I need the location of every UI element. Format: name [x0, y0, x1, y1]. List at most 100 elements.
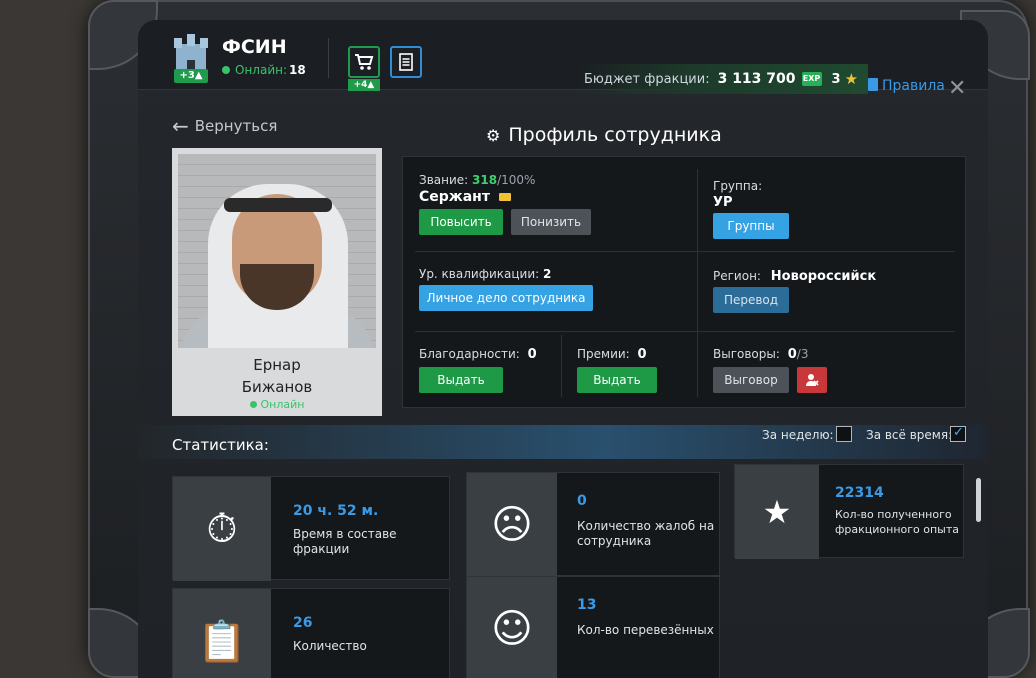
page-title-text: Профиль сотрудника	[508, 124, 722, 146]
remove-reprimand-button[interactable]	[797, 367, 827, 393]
stat-value: 0	[577, 493, 587, 509]
gear-icon: ⚙	[486, 126, 501, 145]
thanks-row: Благодарности: 0	[419, 347, 537, 362]
bonus-row: Премии: 0	[577, 347, 647, 362]
shop-button[interactable]	[348, 46, 380, 78]
transfer-button[interactable]: Перевод	[713, 287, 789, 313]
online-dot-icon	[222, 66, 230, 74]
online-indicator: Онлайн: 18	[222, 63, 306, 77]
reprimand-row: Выговоры: 0/3	[713, 347, 808, 362]
reprimand-max: /3	[796, 347, 809, 361]
stat-description: Кол-во перевезённых	[577, 623, 714, 637]
qualification-value: 2	[543, 267, 552, 281]
thanks-label: Благодарности:	[419, 347, 520, 361]
cart-icon	[355, 54, 374, 70]
stat-card: ☹ 0 Количество жалоб на сотрудника	[466, 472, 720, 577]
profile-info-panel: Звание: 318/100% Сержант Повысить Понизи…	[402, 156, 966, 408]
qualification-label: Ур. квалификации:	[419, 267, 540, 281]
reprimand-label: Выговоры:	[713, 347, 780, 361]
region-label: Регион:	[713, 269, 761, 283]
budget-label: Бюджет фракции:	[584, 71, 710, 87]
week-filter-label: За неделю:	[762, 428, 834, 442]
rules-icon	[868, 78, 878, 91]
bonus-label: Премии:	[577, 347, 630, 361]
page-title: ⚙ Профиль сотрудника	[486, 124, 722, 146]
status-dot-icon	[249, 401, 257, 408]
rank-max: /100%	[497, 173, 536, 187]
faction-budget: Бюджет фракции: 3 113 700 EXP 3 ★	[574, 64, 869, 94]
rank-points: 318	[472, 173, 498, 187]
faction-level-badge: +3▲	[174, 69, 208, 83]
groups-button[interactable]: Группы	[713, 213, 789, 239]
close-button[interactable]: ✕	[948, 76, 966, 101]
rank-name-row: Сержант	[419, 189, 511, 205]
tablet-screen: +3▲ ФСИН Онлайн: 18 +4▲ Бюджет фракции: 3…	[138, 20, 988, 678]
personal-file-button[interactable]: Личное дело сотрудника	[419, 285, 593, 311]
region-row: Регион: Новороссийск	[713, 269, 876, 284]
stat-card: ⏱ 20 ч. 52 м. Время в составе фракции	[172, 476, 450, 581]
stat-card: 📋 26 Количество	[172, 588, 450, 678]
user-remove-icon	[806, 374, 819, 386]
give-thanks-button[interactable]: Выдать	[419, 367, 503, 393]
scrollbar-thumb[interactable]	[976, 478, 981, 522]
stat-card: ☺ 13 Кол-во перевезённых	[466, 576, 720, 678]
rank-label: Звание:	[419, 173, 469, 187]
week-filter-checkbox[interactable]	[836, 426, 852, 442]
complaint-icon: ☹	[467, 473, 557, 577]
group-value: УР	[713, 195, 733, 210]
divider	[415, 331, 955, 332]
divider	[697, 169, 698, 397]
shop-badge: +4▲	[348, 79, 380, 91]
promote-button[interactable]: Повысить	[419, 209, 503, 235]
stat-description: Время в составе фракции	[293, 527, 397, 556]
back-label: Вернуться	[194, 117, 278, 135]
stat-value: 13	[577, 597, 597, 613]
stopwatch-icon: ⏱	[173, 477, 271, 581]
back-button[interactable]: ← Вернуться	[172, 114, 277, 138]
thanks-value: 0	[527, 347, 537, 362]
divider	[561, 335, 562, 397]
employee-portrait-card: Ернар Бижанов Онлайн	[172, 148, 382, 416]
rank-insignia-icon	[498, 193, 511, 201]
arrow-left-icon: ←	[172, 114, 189, 138]
rules-label: Правила	[882, 78, 945, 94]
demote-button[interactable]: Понизить	[511, 209, 591, 235]
employee-photo	[178, 154, 376, 348]
region-value: Новороссийск	[770, 269, 877, 284]
reprimand-button[interactable]: Выговор	[713, 367, 789, 393]
stat-value: 20 ч. 52 м.	[293, 503, 379, 519]
star-icon: ★	[844, 70, 859, 88]
documents-button[interactable]	[390, 46, 422, 78]
employee-status-text: Онлайн	[260, 398, 305, 411]
give-bonus-button[interactable]: Выдать	[577, 367, 657, 393]
document-icon	[399, 53, 413, 71]
divider	[328, 38, 329, 78]
online-label: Онлайн:	[235, 63, 288, 77]
statistics-title: Статистика:	[172, 436, 269, 454]
employee-status: Онлайн	[178, 398, 376, 411]
online-count: 18	[289, 63, 306, 77]
budget-value: 3 113 700	[717, 71, 796, 87]
photo-headband	[224, 198, 332, 212]
stat-value: 22314	[835, 485, 884, 501]
employee-last-name: Бижанов	[241, 378, 313, 396]
employee-first-name: Ернар	[253, 356, 301, 374]
exp-stars-icon: ★	[735, 465, 819, 559]
all-time-filter-label: За всё время:	[866, 428, 953, 442]
prisoner-icon: ☺	[467, 577, 557, 678]
divider	[415, 251, 955, 252]
stat-description: Количество	[293, 639, 367, 653]
rank-row: Звание: 318/100%	[419, 173, 535, 187]
stat-value: 26	[293, 615, 313, 631]
group-label: Группа:	[713, 179, 763, 193]
stat-description: Кол-во полученного фракционного опыта	[835, 508, 960, 536]
rules-link[interactable]: Правила	[868, 78, 945, 94]
faction-name: ФСИН	[222, 36, 287, 58]
reprimand-value: 0	[787, 347, 797, 362]
bonus-value: 0	[637, 347, 647, 362]
all-time-filter-checkbox[interactable]	[950, 425, 966, 442]
top-bar: +3▲ ФСИН Онлайн: 18 +4▲ Бюджет фракции: 3…	[138, 20, 988, 101]
qualification-row: Ур. квалификации: 2	[419, 267, 551, 281]
money-icon: EXP	[801, 72, 822, 86]
rank-name: Сержант	[419, 189, 490, 205]
